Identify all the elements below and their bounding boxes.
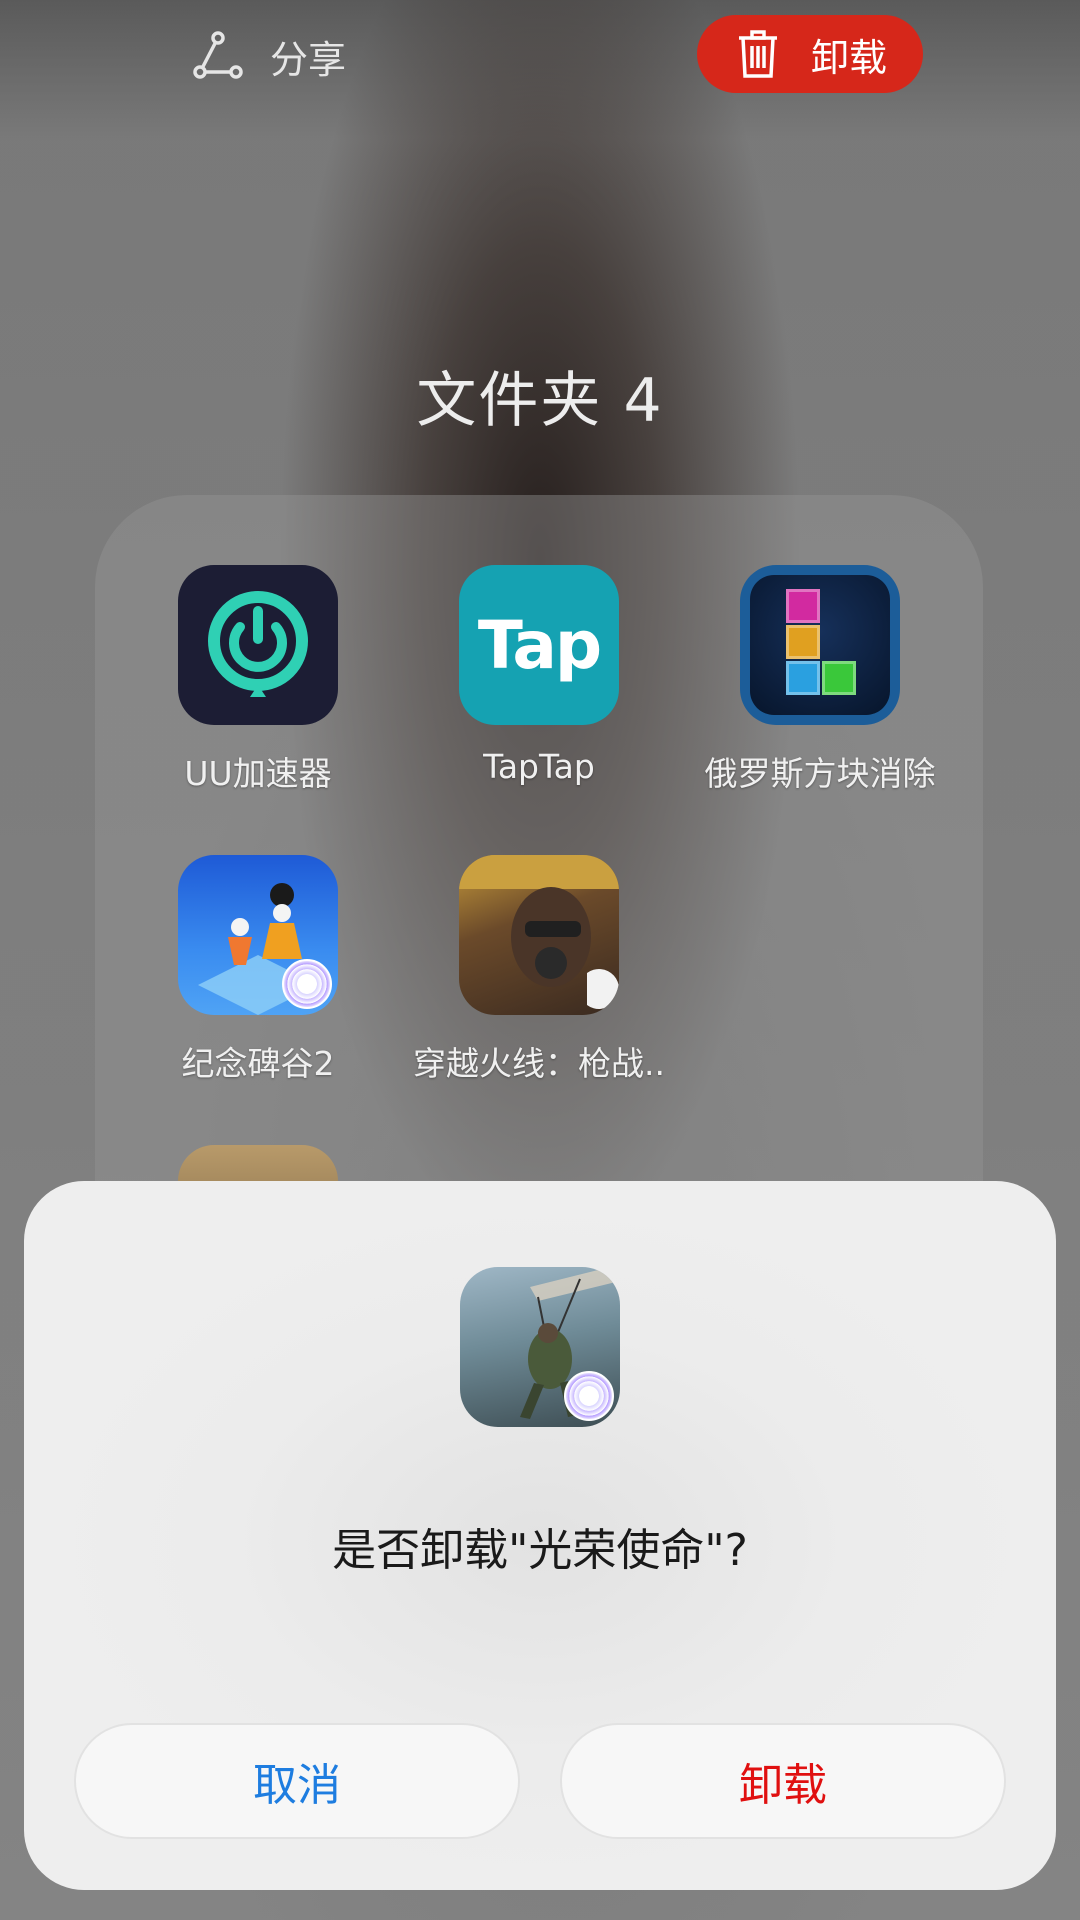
monument-valley-icon <box>178 855 338 1015</box>
uninstall-dialog: 是否卸载"光荣使命"? 取消 卸载 <box>24 1181 1056 1890</box>
app-tetris[interactable]: 俄罗斯方块消除 <box>679 565 961 795</box>
game-center-badge-icon <box>282 959 332 1009</box>
folder-title[interactable]: 文件夹 4 <box>0 352 1080 439</box>
top-action-bar: 分享 卸载 <box>0 0 1080 110</box>
app-uu-accelerator[interactable]: UU加速器 <box>117 565 399 795</box>
app-taptap[interactable]: Tap TapTap <box>398 565 680 786</box>
share-label: 分享 <box>270 37 347 82</box>
app-name: 穿越火线：枪战.. <box>413 1044 665 1083</box>
home-screen: 分享 卸载 文件夹 4 UU加速器 Tap TapTap 俄罗斯方块消除 纪念碑… <box>0 0 1080 1920</box>
glory-mission-icon <box>460 1267 620 1427</box>
share-button[interactable]: 分享 <box>192 26 346 86</box>
uninstall-top-label: 卸载 <box>811 35 888 80</box>
trash-icon <box>739 30 777 78</box>
uninstall-drop-target[interactable]: 卸载 <box>697 15 923 93</box>
taptap-icon: Tap <box>459 565 619 725</box>
cancel-button[interactable]: 取消 <box>74 1723 520 1839</box>
share-icon <box>193 31 243 79</box>
app-monument-valley-2[interactable]: 纪念碑谷2 <box>117 855 399 1085</box>
uninstall-question: 是否卸载"光荣使命"? <box>332 1525 748 1576</box>
tetris-icon <box>740 565 900 725</box>
app-name: 俄罗斯方块消除 <box>704 754 936 793</box>
confirm-uninstall-button[interactable]: 卸载 <box>560 1723 1006 1839</box>
uu-accelerator-icon <box>178 565 338 725</box>
game-center-badge-icon <box>564 1371 614 1421</box>
app-name: UU加速器 <box>184 754 332 793</box>
crossfire-icon <box>459 855 619 1015</box>
app-crossfire[interactable]: 穿越火线：枪战.. <box>398 855 680 1085</box>
app-name: TapTap <box>483 747 595 786</box>
app-name: 纪念碑谷2 <box>181 1044 335 1083</box>
